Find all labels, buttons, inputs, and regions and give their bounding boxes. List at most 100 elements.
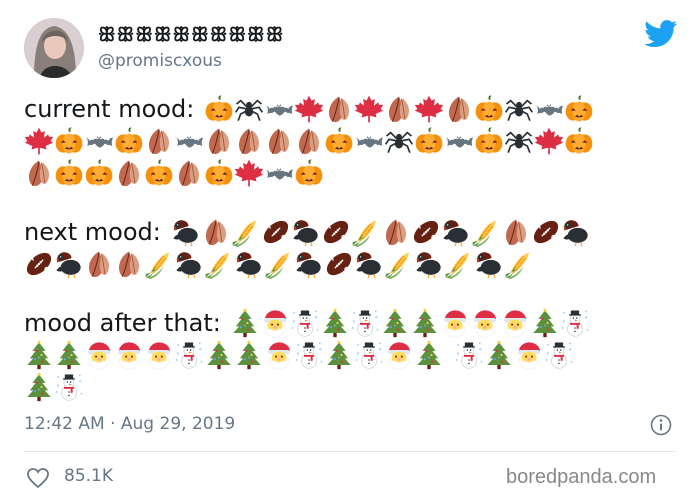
bat-icon (264, 94, 294, 124)
football-icon (324, 249, 354, 279)
pumpkin-icon (564, 126, 594, 156)
turkey-icon (294, 249, 324, 279)
santa-icon (264, 340, 294, 370)
pumpkin-icon (54, 126, 84, 156)
snowman-icon (174, 340, 204, 370)
pumpkin-icon (144, 158, 174, 188)
pumpkin-icon (564, 94, 594, 124)
tree-icon (380, 308, 410, 338)
tweet-line (24, 124, 674, 156)
santa-icon (440, 308, 470, 338)
avatar[interactable] (24, 18, 84, 78)
snowman-icon (350, 308, 380, 338)
maple-leaf-icon (234, 158, 264, 188)
santa-icon (514, 340, 544, 370)
tree-icon (234, 340, 264, 370)
heart-icon[interactable] (26, 466, 50, 490)
display-name[interactable]: ꕥꕥꕥꕥꕥꕥꕥꕥꕥꕥ (98, 24, 284, 46)
tree-icon (54, 340, 84, 370)
turkey-icon (291, 217, 321, 247)
turkey-icon (354, 249, 384, 279)
corn-icon (471, 217, 501, 247)
maple-leaf-icon (534, 126, 564, 156)
corn-icon (144, 249, 174, 279)
tweet-line (24, 370, 674, 402)
bat-icon (84, 126, 114, 156)
fallen-leaf-icon (114, 158, 144, 188)
snowman-icon (294, 340, 324, 370)
turkey-icon (174, 249, 204, 279)
fallen-leaf-icon (174, 158, 204, 188)
corn-icon (204, 249, 234, 279)
football-icon (321, 217, 351, 247)
turkey-icon (54, 249, 84, 279)
fallen-leaf-icon (144, 126, 174, 156)
snowman-icon (290, 308, 320, 338)
turkey-icon (414, 249, 444, 279)
bat-icon (354, 126, 384, 156)
tweet-paragraph: next mood: (24, 215, 674, 279)
pumpkin-icon (114, 126, 144, 156)
football-icon (261, 217, 291, 247)
corn-icon (351, 217, 381, 247)
mood-label: next mood: (24, 218, 169, 246)
corn-icon (384, 249, 414, 279)
user-handle[interactable]: @promiscxous (98, 51, 222, 71)
football-icon (24, 249, 54, 279)
mood-label: mood after that: (24, 309, 229, 337)
tweet-paragraph: mood after that: (24, 306, 674, 402)
info-icon[interactable] (650, 414, 672, 436)
football-icon (531, 217, 561, 247)
pumpkin-icon (204, 158, 234, 188)
turkey-icon (474, 249, 504, 279)
snowman-icon (354, 340, 384, 370)
tree-icon (320, 308, 350, 338)
spider-icon (504, 126, 534, 156)
spider-icon (384, 126, 414, 156)
tree-icon (230, 308, 260, 338)
santa-icon (84, 340, 114, 370)
fallen-leaf-icon (324, 94, 354, 124)
fallen-leaf-icon (384, 94, 414, 124)
santa-icon (114, 340, 144, 370)
pumpkin-icon (294, 158, 324, 188)
tree-icon (530, 308, 560, 338)
turkey-icon (234, 249, 264, 279)
fallen-leaf-icon (201, 217, 231, 247)
pumpkin-icon (204, 94, 234, 124)
tweet-timestamp[interactable]: 12:42 AM · Aug 29, 2019 (24, 414, 235, 434)
fallen-leaf-icon (114, 249, 144, 279)
bat-icon (174, 126, 204, 156)
santa-icon (384, 340, 414, 370)
tree-icon (24, 372, 54, 402)
pumpkin-icon (54, 158, 84, 188)
spider-icon (234, 94, 264, 124)
santa-icon (260, 308, 290, 338)
fallen-leaf-icon (294, 126, 324, 156)
pumpkin-icon (474, 94, 504, 124)
fallen-leaf-icon (234, 126, 264, 156)
spider-icon (504, 94, 534, 124)
tweet-paragraph: current mood: (24, 92, 674, 188)
snowman-icon (560, 308, 590, 338)
turkey-icon (171, 217, 201, 247)
bat-icon (264, 158, 294, 188)
tree-icon (204, 340, 234, 370)
bat-icon (534, 94, 564, 124)
tree-icon (414, 340, 444, 370)
twitter-bird-icon[interactable] (644, 20, 678, 48)
tree-icon (24, 340, 54, 370)
corn-icon (504, 249, 534, 279)
like-count[interactable]: 85.1K (64, 466, 113, 486)
avatar-image (24, 18, 84, 78)
pumpkin-icon (324, 126, 354, 156)
mood-label: current mood: (24, 95, 202, 123)
tweet-line (24, 156, 674, 188)
snowman-icon (544, 340, 574, 370)
pumpkin-icon (474, 126, 504, 156)
tweet-line: mood after that: (24, 306, 674, 338)
football-icon (411, 217, 441, 247)
fallen-leaf-icon (444, 94, 474, 124)
fallen-leaf-icon (264, 126, 294, 156)
corn-icon (264, 249, 294, 279)
